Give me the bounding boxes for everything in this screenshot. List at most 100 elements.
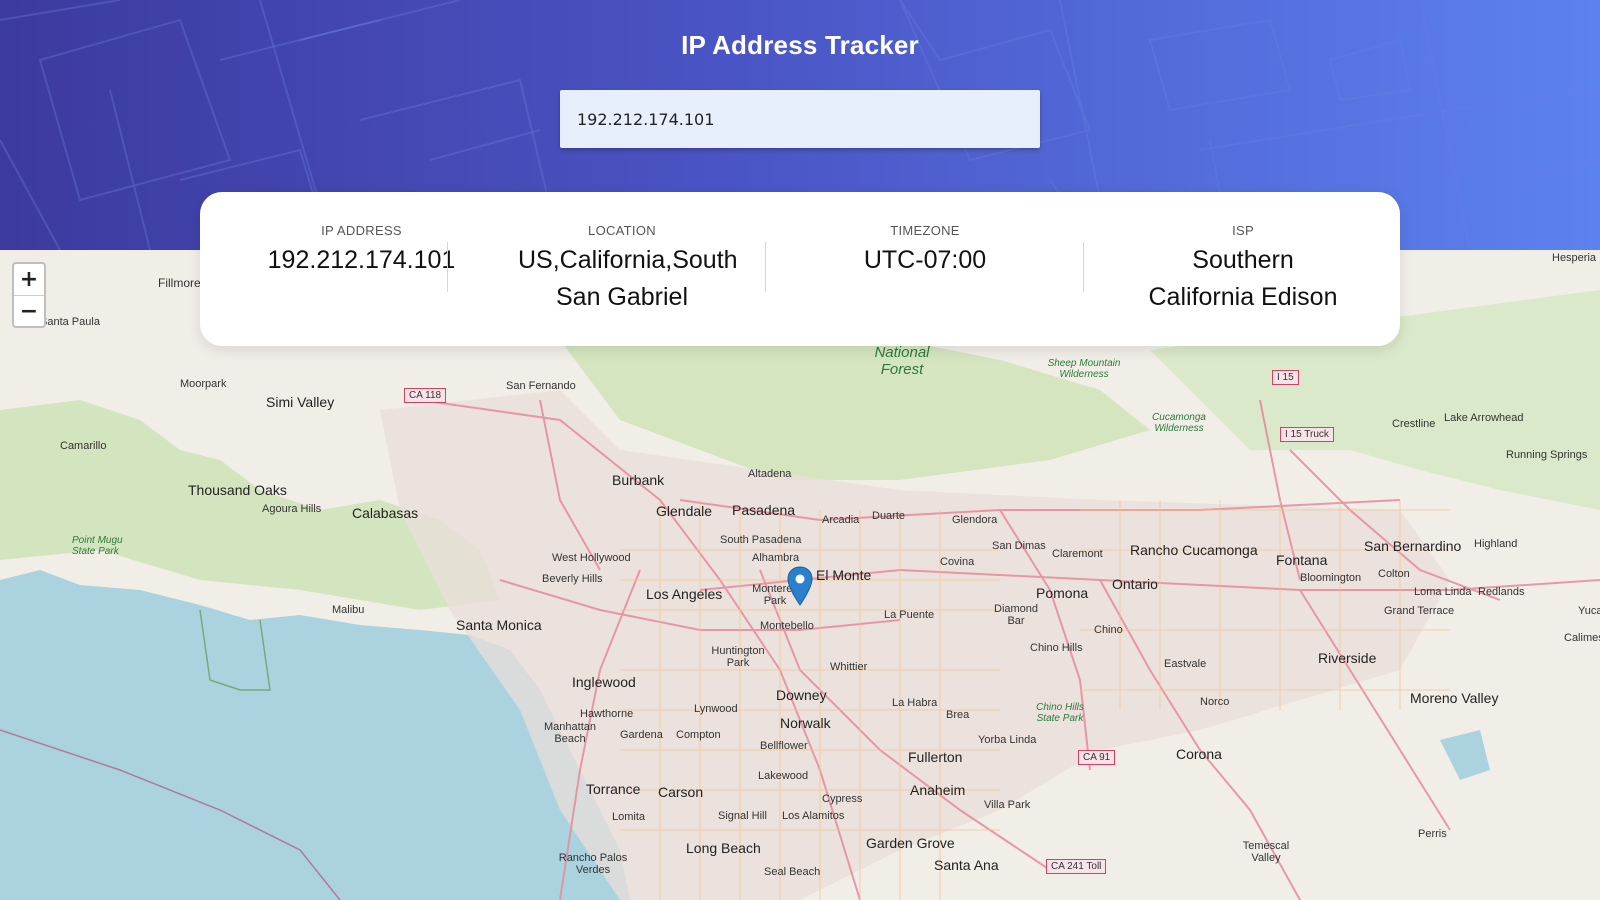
- zoom-in-button[interactable]: +: [14, 264, 44, 296]
- map-label: Downey: [776, 687, 827, 703]
- map-label: Santa Ana: [934, 857, 999, 873]
- ip-address-label: IP ADDRESS: [321, 223, 402, 238]
- map-label: Bellflower: [760, 740, 808, 752]
- map-label: National Forest: [874, 344, 930, 378]
- map-label: Yorba Linda: [978, 734, 1037, 746]
- map-label: Glendale: [656, 503, 713, 519]
- map-label: Moorpark: [180, 378, 227, 390]
- map-label: Crestline: [1392, 418, 1436, 430]
- map-label: Norwalk: [780, 715, 831, 731]
- map-label: Los Alamitos: [782, 810, 845, 822]
- map-label: Villa Park: [984, 799, 1031, 811]
- map-label: Point Mugu State Park: [72, 535, 123, 557]
- location-section: LOCATION US,California,South San Gabriel: [478, 192, 766, 346]
- map-label: San Dimas: [992, 540, 1046, 552]
- map-label: Lomita: [612, 811, 646, 823]
- map-label: Fillmore: [158, 276, 201, 290]
- map-label: Chino: [1094, 624, 1123, 636]
- map-label: Sheep Mountain Wilderness: [1047, 358, 1121, 380]
- map-label: Montebello: [760, 620, 814, 632]
- location-marker-icon[interactable]: [787, 566, 813, 606]
- map-label: Moreno Valley: [1410, 690, 1499, 706]
- map-label: Covina: [940, 556, 975, 568]
- map-label: Garden Grove: [866, 835, 955, 851]
- map-label: La Puente: [884, 609, 935, 621]
- map-label: West Hollywood: [552, 552, 631, 564]
- map-label: Carson: [658, 784, 704, 800]
- map-label: Norco: [1200, 696, 1230, 708]
- map-label: Lynwood: [694, 703, 738, 715]
- map-label: Lake Arrowhead: [1444, 412, 1524, 424]
- map-label: Santa Paula: [40, 316, 100, 328]
- map-label: Yuca: [1578, 605, 1600, 617]
- map-label: Cypress: [822, 793, 863, 805]
- map-label: Hawthorne: [580, 708, 634, 720]
- map-label: Camarillo: [60, 440, 107, 452]
- map-label: Eastvale: [1164, 658, 1207, 670]
- map-label: South Pasadena: [720, 534, 802, 546]
- map-label: Calimes: [1564, 632, 1600, 644]
- map-label: Bloomington: [1300, 572, 1362, 584]
- map-label: Temescal Valley: [1242, 840, 1290, 864]
- map-label: San Fernando: [506, 380, 576, 392]
- map-label: Chino Hills: [1030, 642, 1083, 654]
- timezone-section: TIMEZONE UTC-07:00: [766, 192, 1084, 346]
- map-label: Santa Monica: [456, 617, 542, 633]
- map-label: Altadena: [748, 468, 792, 480]
- ip-address-section: IP ADDRESS 192.212.174.101: [220, 192, 503, 346]
- map-label: Corona: [1176, 746, 1222, 762]
- map-label: Calabasas: [352, 505, 419, 521]
- timezone-label: TIMEZONE: [890, 223, 960, 238]
- ip-search-input[interactable]: [560, 90, 1040, 148]
- zoom-control: + −: [12, 262, 46, 328]
- highway-shield: CA 118: [404, 388, 447, 403]
- highway-shield: CA 91: [1078, 750, 1116, 765]
- map-label: Pomona: [1036, 585, 1089, 601]
- map-label: Glendora: [952, 514, 998, 526]
- ip-address-value: 192.212.174.101: [267, 246, 456, 274]
- map-label: Malibu: [332, 604, 365, 616]
- isp-value: Southern California Edison: [1148, 246, 1338, 311]
- page-title: IP Address Tracker: [681, 30, 919, 60]
- map-label: Seal Beach: [764, 866, 821, 878]
- map-label: Loma Linda: [1414, 586, 1472, 598]
- map-label: Redlands: [1478, 586, 1525, 598]
- map-label: Alhambra: [752, 552, 800, 564]
- map-label: Hesperia: [1552, 252, 1597, 264]
- map-label: Beverly Hills: [542, 573, 603, 585]
- map-label: Anaheim: [910, 782, 966, 798]
- divider: [447, 242, 448, 292]
- map-label: El Monte: [816, 567, 872, 583]
- map-label: Colton: [1378, 568, 1410, 580]
- isp-label: ISP: [1232, 223, 1254, 238]
- highway-shield: I 15 Truck: [1280, 427, 1334, 442]
- map-label: Perris: [1418, 828, 1447, 840]
- map-label: Burbank: [612, 472, 665, 488]
- map-label: Chino Hills State Park: [1036, 702, 1084, 724]
- map-label: Huntington Park: [711, 645, 765, 669]
- map-label: Riverside: [1318, 650, 1377, 666]
- map-label: La Habra: [892, 697, 938, 709]
- map-label: Running Springs: [1506, 449, 1588, 461]
- map-label: Fullerton: [908, 749, 963, 765]
- map-label: Rancho Palos Verdes: [558, 852, 628, 876]
- map-label: Los Angeles: [646, 586, 723, 602]
- map-label: Long Beach: [686, 840, 761, 856]
- map-label: Cucamonga Wilderness: [1152, 412, 1206, 434]
- map-label: Rancho Cucamonga: [1130, 542, 1258, 558]
- map-label: Highland: [1474, 538, 1518, 550]
- map-label: Simi Valley: [266, 394, 335, 410]
- highway-shield: CA 241 Toll: [1046, 859, 1107, 874]
- ip-info-card: IP ADDRESS 192.212.174.101 LOCATION US,C…: [200, 192, 1400, 346]
- timezone-value: UTC-07:00: [863, 246, 987, 274]
- map-label: Whittier: [830, 661, 868, 673]
- map-label: Manhattan Beach: [544, 721, 596, 745]
- map-label: Pasadena: [732, 502, 796, 518]
- zoom-out-button[interactable]: −: [14, 296, 44, 327]
- location-label: LOCATION: [588, 223, 656, 238]
- map-label: Grand Terrace: [1384, 605, 1455, 617]
- map-label: Signal Hill: [718, 810, 767, 822]
- map-label: Arcadia: [822, 514, 860, 526]
- map-label: Torrance: [586, 781, 641, 797]
- map-label: Duarte: [872, 510, 906, 522]
